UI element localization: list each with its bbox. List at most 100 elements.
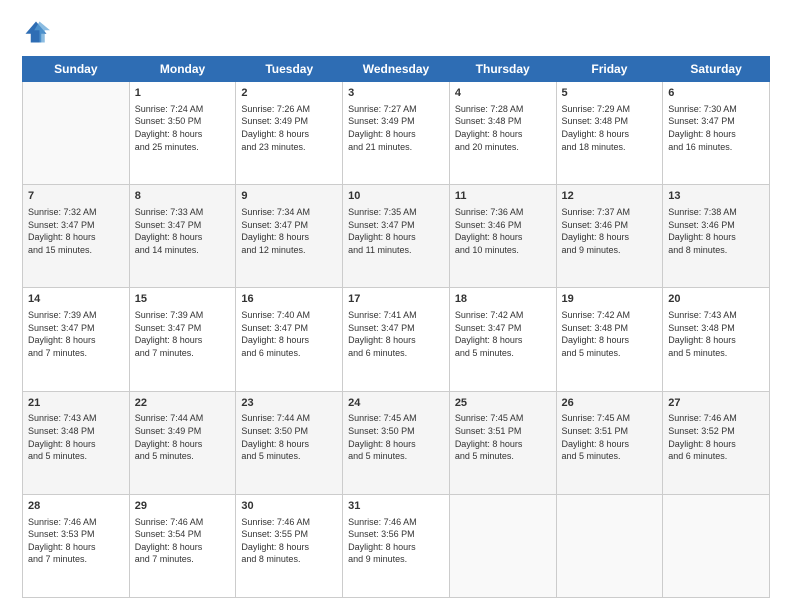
- day-info: Sunrise: 7:43 AM Sunset: 3:48 PM Dayligh…: [668, 309, 764, 359]
- day-info: Sunrise: 7:40 AM Sunset: 3:47 PM Dayligh…: [241, 309, 337, 359]
- calendar-cell: 12 Sunrise: 7:37 AM Sunset: 3:46 PM Dayli…: [556, 185, 663, 288]
- calendar-cell: 5 Sunrise: 7:29 AM Sunset: 3:48 PM Daylig…: [556, 82, 663, 185]
- day-number: 17: [348, 292, 444, 307]
- weekday-header-wednesday: Wednesday: [343, 57, 450, 82]
- day-number: 25: [455, 396, 551, 411]
- day-info: Sunrise: 7:45 AM Sunset: 3:51 PM Dayligh…: [455, 412, 551, 462]
- day-info: Sunrise: 7:46 AM Sunset: 3:56 PM Dayligh…: [348, 516, 444, 566]
- weekday-header-sunday: Sunday: [23, 57, 130, 82]
- day-number: 27: [668, 396, 764, 411]
- weekday-header-tuesday: Tuesday: [236, 57, 343, 82]
- day-number: 7: [28, 189, 124, 204]
- weekday-header-row: SundayMondayTuesdayWednesdayThursdayFrid…: [23, 57, 770, 82]
- day-number: 22: [135, 396, 231, 411]
- calendar-cell: 3 Sunrise: 7:27 AM Sunset: 3:49 PM Daylig…: [343, 82, 450, 185]
- calendar-cell: 16 Sunrise: 7:40 AM Sunset: 3:47 PM Dayli…: [236, 288, 343, 391]
- logo-icon: [22, 18, 50, 46]
- day-number: 13: [668, 189, 764, 204]
- day-info: Sunrise: 7:32 AM Sunset: 3:47 PM Dayligh…: [28, 206, 124, 256]
- calendar-cell: 11 Sunrise: 7:36 AM Sunset: 3:46 PM Dayli…: [449, 185, 556, 288]
- day-number: 29: [135, 499, 231, 514]
- day-number: 10: [348, 189, 444, 204]
- day-info: Sunrise: 7:26 AM Sunset: 3:49 PM Dayligh…: [241, 103, 337, 153]
- day-number: 1: [135, 86, 231, 101]
- day-number: 20: [668, 292, 764, 307]
- calendar-cell: 22Sunrise: 7:44 AM Sunset: 3:49 PM Dayli…: [129, 391, 236, 494]
- calendar-cell: 29 Sunrise: 7:46 AM Sunset: 3:54 PM Dayli…: [129, 494, 236, 597]
- day-info: Sunrise: 7:46 AM Sunset: 3:52 PM Dayligh…: [668, 412, 764, 462]
- day-info: Sunrise: 7:36 AM Sunset: 3:46 PM Dayligh…: [455, 206, 551, 256]
- day-info: Sunrise: 7:45 AM Sunset: 3:51 PM Dayligh…: [562, 412, 658, 462]
- week-row-1: 1 Sunrise: 7:24 AM Sunset: 3:50 PM Daylig…: [23, 82, 770, 185]
- day-number: 12: [562, 189, 658, 204]
- calendar-cell: 15Sunrise: 7:39 AM Sunset: 3:47 PM Dayli…: [129, 288, 236, 391]
- day-number: 4: [455, 86, 551, 101]
- day-info: Sunrise: 7:27 AM Sunset: 3:49 PM Dayligh…: [348, 103, 444, 153]
- day-info: Sunrise: 7:43 AM Sunset: 3:48 PM Dayligh…: [28, 412, 124, 462]
- day-info: Sunrise: 7:33 AM Sunset: 3:47 PM Dayligh…: [135, 206, 231, 256]
- day-info: Sunrise: 7:38 AM Sunset: 3:46 PM Dayligh…: [668, 206, 764, 256]
- calendar-cell: 23Sunrise: 7:44 AM Sunset: 3:50 PM Dayli…: [236, 391, 343, 494]
- calendar-cell: 18Sunrise: 7:42 AM Sunset: 3:47 PM Dayli…: [449, 288, 556, 391]
- calendar-cell: 2Sunrise: 7:26 AM Sunset: 3:49 PM Daylig…: [236, 82, 343, 185]
- day-number: 15: [135, 292, 231, 307]
- day-number: 19: [562, 292, 658, 307]
- day-number: 21: [28, 396, 124, 411]
- day-info: Sunrise: 7:44 AM Sunset: 3:50 PM Dayligh…: [241, 412, 337, 462]
- day-number: 16: [241, 292, 337, 307]
- calendar-cell: 31 Sunrise: 7:46 AM Sunset: 3:56 PM Dayli…: [343, 494, 450, 597]
- calendar-cell: [449, 494, 556, 597]
- day-number: 3: [348, 86, 444, 101]
- day-number: 30: [241, 499, 337, 514]
- week-row-5: 28 Sunrise: 7:46 AM Sunset: 3:53 PM Dayli…: [23, 494, 770, 597]
- week-row-2: 7 Sunrise: 7:32 AM Sunset: 3:47 PM Daylig…: [23, 185, 770, 288]
- day-number: 6: [668, 86, 764, 101]
- weekday-header-thursday: Thursday: [449, 57, 556, 82]
- week-row-3: 14Sunrise: 7:39 AM Sunset: 3:47 PM Dayli…: [23, 288, 770, 391]
- day-info: Sunrise: 7:46 AM Sunset: 3:55 PM Dayligh…: [241, 516, 337, 566]
- calendar-cell: 24Sunrise: 7:45 AM Sunset: 3:50 PM Dayli…: [343, 391, 450, 494]
- calendar-cell: 19 Sunrise: 7:42 AM Sunset: 3:48 PM Dayli…: [556, 288, 663, 391]
- day-info: Sunrise: 7:28 AM Sunset: 3:48 PM Dayligh…: [455, 103, 551, 153]
- day-info: Sunrise: 7:24 AM Sunset: 3:50 PM Dayligh…: [135, 103, 231, 153]
- calendar-cell: 8 Sunrise: 7:33 AM Sunset: 3:47 PM Daylig…: [129, 185, 236, 288]
- calendar-cell: 20 Sunrise: 7:43 AM Sunset: 3:48 PM Dayli…: [663, 288, 770, 391]
- day-number: 14: [28, 292, 124, 307]
- day-number: 11: [455, 189, 551, 204]
- day-number: 23: [241, 396, 337, 411]
- day-info: Sunrise: 7:29 AM Sunset: 3:48 PM Dayligh…: [562, 103, 658, 153]
- weekday-header-saturday: Saturday: [663, 57, 770, 82]
- weekday-header-friday: Friday: [556, 57, 663, 82]
- calendar-cell: 1 Sunrise: 7:24 AM Sunset: 3:50 PM Daylig…: [129, 82, 236, 185]
- calendar-cell: 4 Sunrise: 7:28 AM Sunset: 3:48 PM Daylig…: [449, 82, 556, 185]
- day-info: Sunrise: 7:46 AM Sunset: 3:54 PM Dayligh…: [135, 516, 231, 566]
- day-info: Sunrise: 7:41 AM Sunset: 3:47 PM Dayligh…: [348, 309, 444, 359]
- weekday-header-monday: Monday: [129, 57, 236, 82]
- calendar-cell: 9Sunrise: 7:34 AM Sunset: 3:47 PM Daylig…: [236, 185, 343, 288]
- day-info: Sunrise: 7:45 AM Sunset: 3:50 PM Dayligh…: [348, 412, 444, 462]
- day-number: 5: [562, 86, 658, 101]
- day-info: Sunrise: 7:37 AM Sunset: 3:46 PM Dayligh…: [562, 206, 658, 256]
- week-row-4: 21Sunrise: 7:43 AM Sunset: 3:48 PM Dayli…: [23, 391, 770, 494]
- day-number: 31: [348, 499, 444, 514]
- day-info: Sunrise: 7:42 AM Sunset: 3:48 PM Dayligh…: [562, 309, 658, 359]
- calendar-cell: 25Sunrise: 7:45 AM Sunset: 3:51 PM Dayli…: [449, 391, 556, 494]
- calendar-cell: [663, 494, 770, 597]
- day-info: Sunrise: 7:46 AM Sunset: 3:53 PM Dayligh…: [28, 516, 124, 566]
- calendar-cell: 7 Sunrise: 7:32 AM Sunset: 3:47 PM Daylig…: [23, 185, 130, 288]
- calendar-cell: 17 Sunrise: 7:41 AM Sunset: 3:47 PM Dayli…: [343, 288, 450, 391]
- day-info: Sunrise: 7:35 AM Sunset: 3:47 PM Dayligh…: [348, 206, 444, 256]
- calendar-cell: 6 Sunrise: 7:30 AM Sunset: 3:47 PM Daylig…: [663, 82, 770, 185]
- calendar-cell: [23, 82, 130, 185]
- calendar-table: SundayMondayTuesdayWednesdayThursdayFrid…: [22, 56, 770, 598]
- day-info: Sunrise: 7:44 AM Sunset: 3:49 PM Dayligh…: [135, 412, 231, 462]
- calendar-cell: 28 Sunrise: 7:46 AM Sunset: 3:53 PM Dayli…: [23, 494, 130, 597]
- header: [22, 18, 770, 46]
- day-number: 26: [562, 396, 658, 411]
- day-number: 9: [241, 189, 337, 204]
- day-number: 28: [28, 499, 124, 514]
- day-info: Sunrise: 7:30 AM Sunset: 3:47 PM Dayligh…: [668, 103, 764, 153]
- calendar-cell: 14Sunrise: 7:39 AM Sunset: 3:47 PM Dayli…: [23, 288, 130, 391]
- day-number: 8: [135, 189, 231, 204]
- day-number: 18: [455, 292, 551, 307]
